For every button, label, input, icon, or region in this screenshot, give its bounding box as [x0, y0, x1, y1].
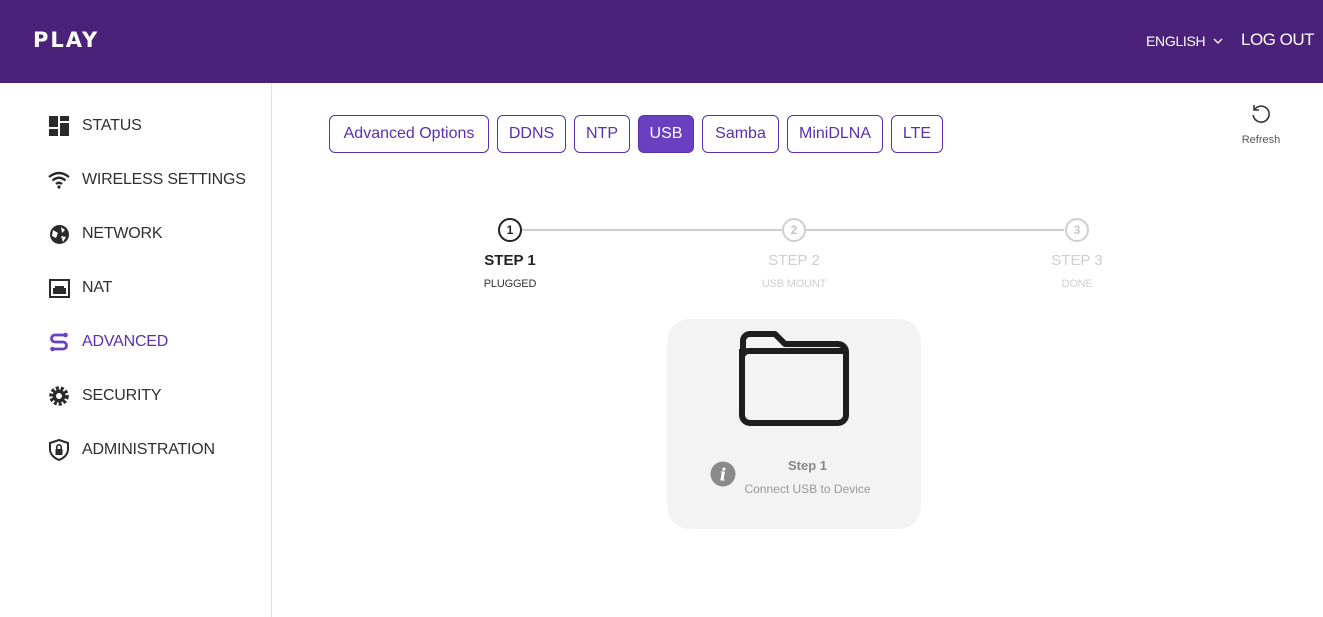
card-subtitle: Connect USB to Device	[744, 482, 871, 496]
sidebar-item-advanced[interactable]: ADVANCED	[48, 330, 168, 354]
sidebar-item-security[interactable]: SECURITY	[48, 384, 162, 408]
sidebar-item-administration[interactable]: ADMINISTRATION	[48, 438, 215, 462]
router-icon	[48, 277, 70, 299]
tab-samba[interactable]: Samba	[702, 115, 779, 153]
tab-bar: Advanced Options DDNS NTP USB Samba Mini…	[329, 115, 951, 153]
step-1-title: STEP 1	[484, 252, 536, 269]
logout-button[interactable]: LOG OUT	[1241, 30, 1315, 50]
sidebar-item-label: STATUS	[82, 117, 142, 134]
tab-minidlna[interactable]: MiniDLNA	[787, 115, 883, 153]
language-selector[interactable]: ENGLISH	[1146, 32, 1223, 50]
advanced-icon	[48, 331, 70, 353]
step-1-subtitle: PLUGGED	[483, 278, 537, 290]
sidebar-item-network[interactable]: NETWORK	[48, 222, 163, 246]
dashboard-icon	[48, 115, 70, 137]
sidebar-item-label: SECURITY	[82, 387, 162, 404]
step-1-indicator: 1	[498, 218, 522, 242]
sidebar-item-wireless-settings[interactable]: WIRELESS SETTINGS	[48, 168, 246, 192]
step-connector	[522, 229, 782, 231]
refresh-button[interactable]: Refresh	[1236, 103, 1286, 151]
tab-lte[interactable]: LTE	[891, 115, 943, 153]
step-2-subtitle: USB MOUNT	[761, 278, 827, 290]
gear-icon	[48, 385, 70, 407]
sidebar-item-label: ADVANCED	[82, 333, 169, 350]
sidebar-item-label: WIRELESS SETTINGS	[82, 171, 246, 188]
step-3-subtitle: DONE	[1061, 278, 1093, 290]
refresh-label: Refresh	[1241, 134, 1281, 146]
wifi-icon	[48, 169, 70, 191]
language-label: ENGLISH	[1146, 33, 1206, 49]
top-bar: PLAY ENGLISH LOG OUT	[0, 0, 1323, 83]
sidebar-item-status[interactable]: STATUS	[48, 114, 142, 138]
step-2-indicator: 2	[782, 218, 806, 242]
play-logo[interactable]: PLAY	[33, 27, 99, 53]
sidebar-item-label: NETWORK	[82, 225, 163, 242]
tab-ddns[interactable]: DDNS	[497, 115, 566, 153]
shield-lock-icon	[48, 439, 70, 461]
step-3-title: STEP 3	[1051, 252, 1103, 269]
step-3-indicator: 3	[1065, 218, 1089, 242]
tab-advanced-options[interactable]: Advanced Options	[329, 115, 489, 153]
tab-ntp[interactable]: NTP	[574, 115, 630, 153]
card-title: Step 1	[787, 458, 827, 473]
sidebar-item-label: NAT	[82, 279, 113, 296]
info-icon: i	[710, 461, 736, 492]
globe-icon	[48, 223, 70, 245]
folder-icon	[735, 327, 853, 432]
usb-status-card: i Step 1 Connect USB to Device	[667, 319, 921, 529]
step-2-title: STEP 2	[768, 252, 820, 269]
sidebar-item-nat[interactable]: NAT	[48, 276, 112, 300]
sidebar: STATUS WIRELESS SETTINGS NETWORK NAT ADV…	[0, 83, 272, 617]
refresh-icon	[1250, 105, 1272, 129]
sidebar-item-label: ADMINISTRATION	[82, 441, 215, 458]
step-connector	[806, 229, 1064, 231]
svg-text:i: i	[720, 466, 726, 486]
tab-usb[interactable]: USB	[638, 115, 694, 153]
chevron-down-icon	[1213, 38, 1223, 44]
